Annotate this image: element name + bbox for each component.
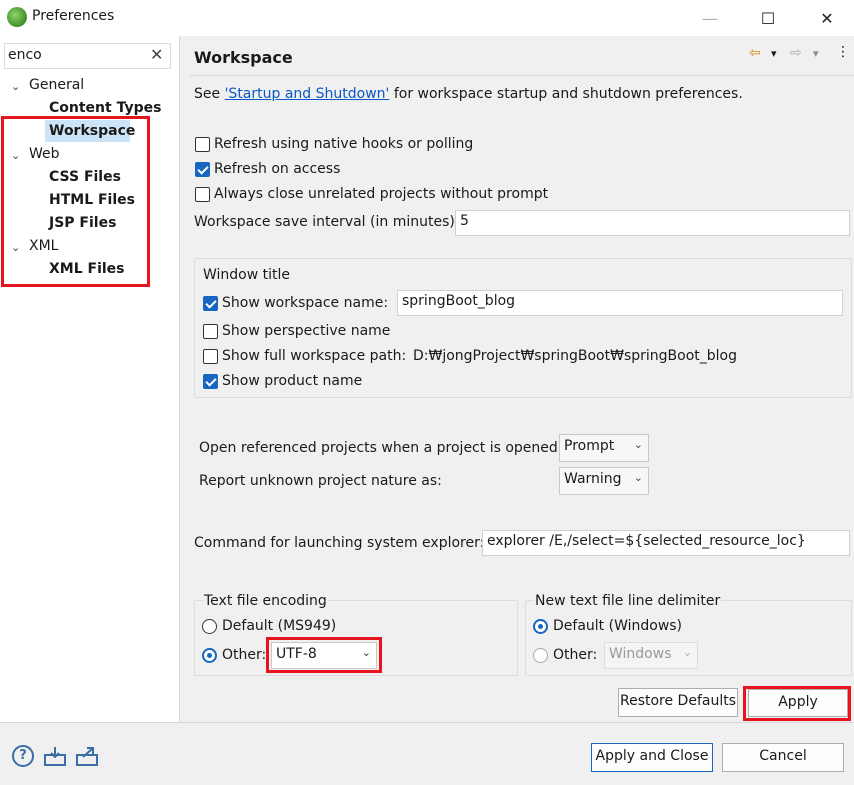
command-label: Command for launching system explorer:: [194, 535, 485, 551]
chevron-down-icon: ⌄: [682, 646, 692, 659]
open-referenced-label: Open referenced projects when a project …: [199, 440, 563, 456]
show-full-path-label[interactable]: Show full workspace path:: [222, 348, 406, 364]
tree-item-xml-files[interactable]: XML Files: [49, 261, 125, 277]
tree-item-workspace[interactable]: Workspace: [49, 123, 135, 139]
startup-shutdown-link[interactable]: 'Startup and Shutdown': [225, 86, 390, 102]
chevron-down-icon: ⌄: [361, 646, 371, 659]
show-perspective-name-label[interactable]: Show perspective name: [222, 323, 390, 339]
save-interval-label: Workspace save interval (in minutes):: [194, 214, 460, 230]
apply-button[interactable]: Apply: [748, 689, 848, 717]
always-close-checkbox[interactable]: [195, 187, 210, 202]
tree-item-xml[interactable]: XML: [29, 238, 58, 254]
encoding-default-label[interactable]: Default (MS949): [222, 618, 336, 634]
page-title: Workspace: [194, 48, 293, 67]
window-title-legend: Window title: [203, 267, 291, 283]
encoding-other-label[interactable]: Other:: [222, 647, 266, 663]
line-delimiter-legend: New text file line delimiter: [534, 593, 722, 609]
maximize-button[interactable]: ☐: [738, 0, 798, 36]
cancel-button[interactable]: Cancel: [722, 743, 844, 772]
spring-leaf-icon: [7, 7, 27, 27]
intro-suffix: for workspace startup and shutdown prefe…: [389, 86, 743, 102]
show-product-name-checkbox[interactable]: [203, 374, 218, 389]
always-close-label[interactable]: Always close unrelated projects without …: [214, 186, 548, 202]
delimiter-value: Windows: [609, 646, 672, 662]
divider: [190, 75, 854, 76]
open-referenced-select[interactable]: Prompt ⌄: [559, 434, 649, 462]
chevron-down-icon[interactable]: ⌄: [11, 241, 20, 254]
tree-item-content-types[interactable]: Content Types: [49, 100, 161, 116]
encoding-value: UTF-8: [276, 646, 317, 662]
show-full-path-checkbox[interactable]: [203, 349, 218, 364]
chevron-down-icon: ⌄: [633, 471, 643, 484]
refresh-on-access-checkbox[interactable]: [195, 162, 210, 177]
restore-defaults-button[interactable]: Restore Defaults: [618, 688, 738, 717]
export-icon[interactable]: [75, 745, 99, 767]
report-unknown-label: Report unknown project nature as:: [199, 473, 442, 489]
window-title: Preferences: [32, 8, 115, 24]
refresh-native-label[interactable]: Refresh using native hooks or polling: [214, 136, 473, 152]
intro-text: See 'Startup and Shutdown' for workspace…: [194, 86, 743, 102]
tree-item-css-files[interactable]: CSS Files: [49, 169, 121, 185]
report-unknown-value: Warning: [564, 471, 622, 487]
import-icon[interactable]: [43, 745, 67, 767]
tree-item-web[interactable]: Web: [29, 146, 60, 162]
command-input[interactable]: explorer /E,/select=${selected_resource_…: [482, 530, 850, 556]
filter-value: enco: [8, 47, 42, 63]
more-options-icon[interactable]: ⋮: [836, 44, 850, 60]
show-workspace-name-label[interactable]: Show workspace name:: [222, 295, 388, 311]
encoding-select[interactable]: UTF-8 ⌄: [271, 642, 377, 669]
tree-item-html-files[interactable]: HTML Files: [49, 192, 135, 208]
minimize-button[interactable]: —: [680, 0, 740, 36]
delimiter-default-radio[interactable]: [533, 619, 548, 634]
delimiter-default-label[interactable]: Default (Windows): [553, 618, 682, 634]
back-menu-icon[interactable]: ▾: [771, 47, 777, 60]
text-encoding-legend: Text file encoding: [203, 593, 328, 609]
refresh-on-access-label[interactable]: Refresh on access: [214, 161, 340, 177]
back-arrow-icon[interactable]: ⇦: [749, 45, 761, 61]
save-interval-input[interactable]: 5: [455, 210, 850, 236]
chevron-down-icon[interactable]: ⌄: [11, 80, 20, 93]
tree-item-general[interactable]: General: [29, 77, 84, 93]
delimiter-other-label[interactable]: Other:: [553, 647, 597, 663]
full-workspace-path-value: D:₩jongProject₩springBoot₩springBoot_blo…: [413, 348, 737, 364]
workspace-name-input[interactable]: springBoot_blog: [397, 290, 843, 316]
open-referenced-value: Prompt: [564, 438, 615, 454]
help-icon[interactable]: ?: [12, 745, 34, 767]
refresh-native-checkbox[interactable]: [195, 137, 210, 152]
forward-menu-icon[interactable]: ▾: [813, 47, 819, 60]
intro-prefix: See: [194, 86, 225, 102]
show-workspace-name-checkbox[interactable]: [203, 296, 218, 311]
chevron-down-icon: ⌄: [633, 438, 643, 451]
close-button[interactable]: ✕: [797, 0, 854, 36]
apply-and-close-button[interactable]: Apply and Close: [591, 743, 713, 772]
clear-filter-icon[interactable]: ✕: [150, 45, 163, 64]
encoding-other-radio[interactable]: [202, 648, 217, 663]
encoding-default-radio[interactable]: [202, 619, 217, 634]
forward-arrow-icon[interactable]: ⇨: [790, 45, 802, 61]
tree-item-jsp-files[interactable]: JSP Files: [49, 215, 116, 231]
delimiter-select[interactable]: Windows ⌄: [604, 642, 698, 669]
report-unknown-select[interactable]: Warning ⌄: [559, 467, 649, 495]
chevron-down-icon[interactable]: ⌄: [11, 149, 20, 162]
delimiter-other-radio[interactable]: [533, 648, 548, 663]
show-product-name-label[interactable]: Show product name: [222, 373, 362, 389]
show-perspective-name-checkbox[interactable]: [203, 324, 218, 339]
